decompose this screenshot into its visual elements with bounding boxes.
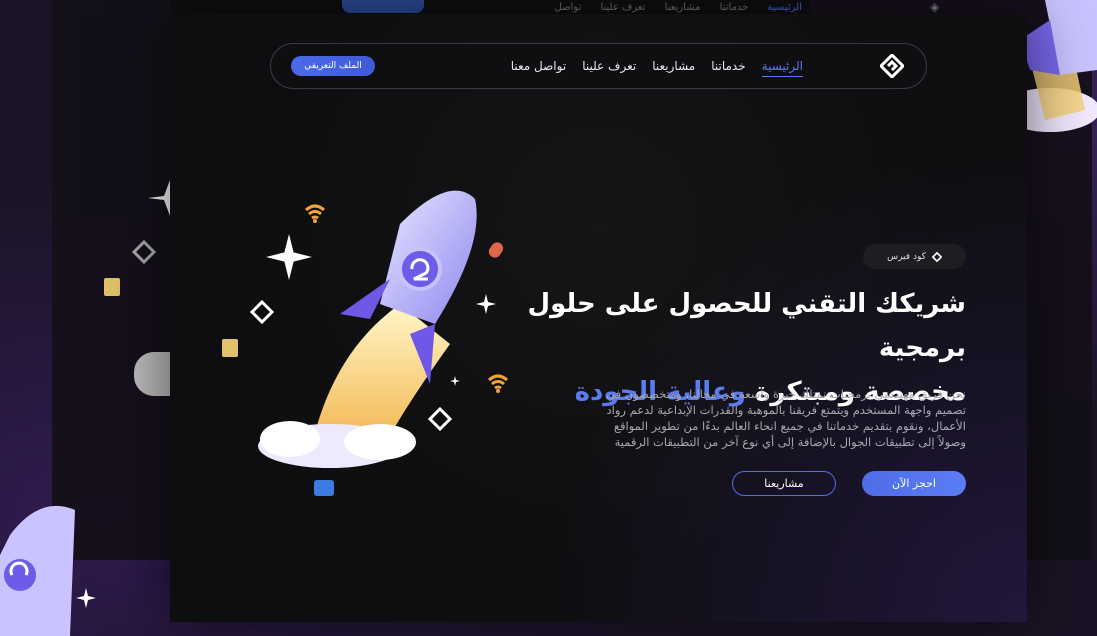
sparkle-icon [476, 294, 496, 314]
background-navbar-ghost: الرئيسية خدماتنا مشاريعنا تعرف علينا توا… [170, 0, 939, 24]
brand-chip-label: كود فيرس [887, 251, 926, 262]
nav-links: الرئيسية خدماتنا مشاريعنا تعرف علينا توا… [483, 59, 803, 77]
cloud-icon [134, 352, 170, 396]
ghost-profile-button [342, 0, 424, 13]
ghost-nav-item: مشاريعنا [664, 2, 701, 13]
ghost-nav-item: تعرف علينا [600, 2, 646, 13]
book-icon [104, 278, 120, 296]
sparkle-icon [266, 234, 312, 280]
ghost-nav-item: خدماتنا [719, 2, 749, 13]
logo-mark-icon [132, 240, 156, 264]
sparkle-icon [450, 376, 460, 386]
main-card: الرئيسية خدماتنا مشاريعنا تعرف علينا توا… [170, 14, 1027, 622]
rocket-illustration [258, 190, 477, 468]
logo-mark-icon [931, 251, 942, 262]
book-now-button[interactable]: احجز الآن [862, 471, 966, 496]
sparkle-icon [76, 588, 96, 608]
nav-link-about[interactable]: تعرف علينا [582, 59, 636, 77]
nav-link-services[interactable]: خدماتنا [711, 59, 745, 77]
nav-link-projects[interactable]: مشاريعنا [652, 59, 695, 77]
navbar: الرئيسية خدماتنا مشاريعنا تعرف علينا توا… [270, 43, 927, 89]
logo-icon[interactable] [880, 54, 904, 78]
nav-link-home[interactable]: الرئيسية [761, 59, 803, 77]
wifi-icon [305, 204, 325, 223]
hero-description: نحن فريق مهندسي برمجيات نمتلك خبرة واسعة… [606, 387, 966, 449]
logo-mark-icon [428, 407, 452, 431]
logo-mark-icon [250, 300, 274, 324]
headline-line-1: شريكك التقني للحصول على حلول برمجية [527, 289, 966, 363]
sparkle-icon [148, 180, 170, 216]
our-projects-button[interactable]: مشاريعنا [732, 471, 836, 496]
profile-button[interactable]: الملف التعريفي [291, 56, 375, 76]
ghost-logo-icon: ◈ [930, 0, 940, 14]
brand-chip: كود فيرس [863, 244, 966, 269]
image-icon [314, 480, 334, 496]
nav-link-contact[interactable]: تواصل معنا [511, 59, 566, 77]
ghost-nav-item: الرئيسية [767, 2, 802, 13]
rocket-decoration-bottom-left [0, 505, 75, 636]
book-icon [222, 339, 238, 357]
